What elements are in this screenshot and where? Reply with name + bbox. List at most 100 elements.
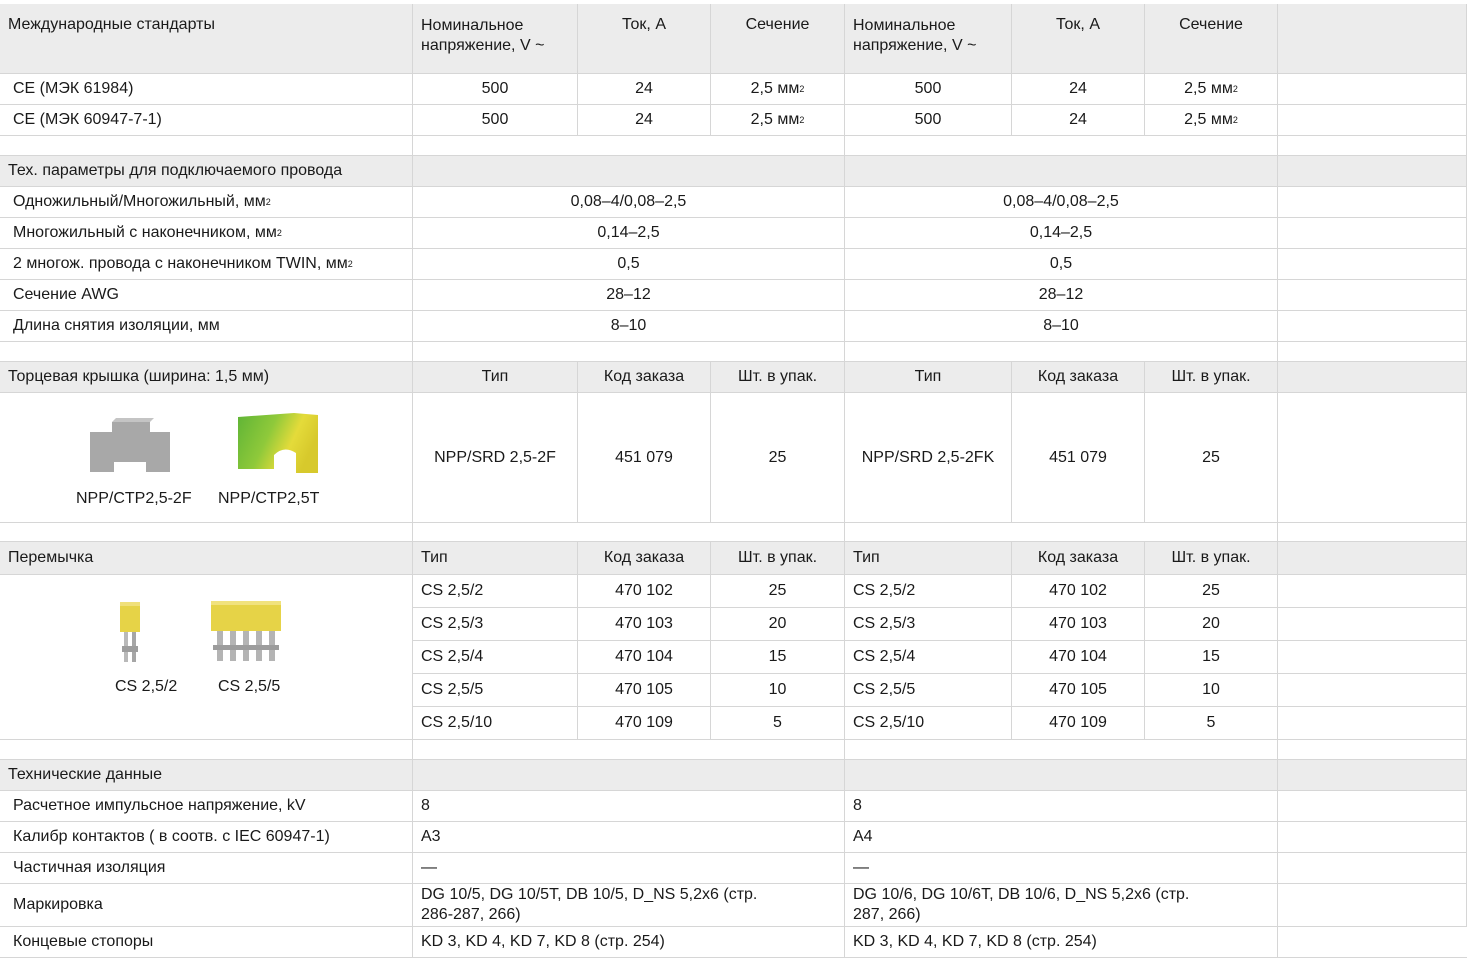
type-header-1: Тип — [413, 362, 578, 393]
jumper-qty-2: 25 — [1145, 575, 1278, 608]
table-cell — [1278, 311, 1467, 342]
table-cell: DG 10/5, DG 10/5T, DB 10/5, D_NS 5,2x6 (… — [413, 884, 845, 927]
table-cell — [1278, 927, 1467, 958]
jumper-code-2: 470 103 — [1012, 608, 1145, 641]
jumper-qty-2: 5 — [1145, 707, 1278, 740]
table-cell: 0,5 — [413, 249, 845, 280]
qty-header-2: Шт. в упак. — [1145, 542, 1278, 575]
jumper-qty-1: 10 — [711, 674, 845, 707]
table-row-label: Частичная изоляция — [0, 853, 413, 884]
section-header-fill — [413, 156, 845, 187]
jumper-code-2: 470 105 — [1012, 674, 1145, 707]
table-cell: KD 3, KD 4, KD 7, KD 8 (стр. 254) — [845, 927, 1278, 958]
spare-header — [1278, 4, 1467, 74]
endcap-type-1: NPP/SRD 2,5-2F — [413, 393, 578, 523]
row-label-text: 2 многож. провода с наконечником TWIN, м… — [13, 255, 348, 272]
code-header-1: Код заказа — [578, 542, 711, 575]
table-row-label: 2 многож. провода с наконечником TWIN, м… — [0, 249, 413, 280]
table-cell — [1278, 105, 1467, 136]
endcap-grey-image — [90, 418, 170, 472]
table-cell — [1278, 187, 1467, 218]
jumper-qty-1: 15 — [711, 641, 845, 674]
table-cell — [1278, 393, 1467, 523]
jumper-code-2: 470 109 — [1012, 707, 1145, 740]
endcap-image-caption-1: NPP/CTP2,5-2F — [76, 490, 192, 507]
voltage-header-2: Номинальное напряжение, V ~ — [845, 4, 1012, 74]
table-cell — [1278, 707, 1467, 740]
section-value: 2,5 мм — [750, 80, 800, 97]
table-cell: 500 — [845, 105, 1012, 136]
section-header-fill — [1278, 542, 1467, 575]
jumper-images: CS 2,5/2 CS 2,5/5 — [0, 575, 413, 740]
section-value: 2,5 мм — [1184, 80, 1233, 97]
table-row-label: Многожильный с наконечником, мм 2 — [0, 218, 413, 249]
section-header-fill — [845, 156, 1278, 187]
jumper-qty-1: 5 — [711, 707, 845, 740]
qty-header-1: Шт. в упак. — [711, 362, 845, 393]
standards-header-label: Международные стандарты — [8, 16, 215, 33]
jumper-type-1: CS 2,5/5 — [413, 674, 578, 707]
wire-section-title: Тех. параметры для подключаемого провода — [0, 156, 413, 187]
table-cell — [1278, 280, 1467, 311]
row-label-text: Многожильный с наконечником, мм — [13, 224, 277, 241]
table-row-label: Маркировка — [0, 884, 413, 927]
table-cell: 2,5 мм 2 — [1145, 74, 1278, 105]
table-cell: 2,5 мм 2 — [1145, 105, 1278, 136]
table-row-label: Сечение AWG — [0, 280, 413, 311]
table-cell — [1278, 575, 1467, 608]
jumper-type-1: CS 2,5/2 — [413, 575, 578, 608]
code-header-2: Код заказа — [1012, 362, 1145, 393]
spacer — [0, 740, 413, 760]
table-row-label: CE (МЭК 61984) — [0, 74, 413, 105]
current-header-2: Ток, А — [1012, 4, 1145, 74]
table-cell — [1278, 249, 1467, 280]
row-label-text: Одножильный/Многожильный, мм — [13, 193, 266, 210]
section-header-fill — [845, 760, 1278, 791]
table-cell: A3 — [413, 822, 845, 853]
table-cell: 500 — [845, 74, 1012, 105]
spacer — [413, 342, 845, 362]
type-header-2: Тип — [845, 542, 1012, 575]
table-cell: 500 — [413, 74, 578, 105]
table-cell: — — [845, 853, 1278, 884]
jumper-qty-2: 10 — [1145, 674, 1278, 707]
section-value: 2,5 мм — [750, 111, 800, 128]
table-cell: 0,08–4/0,08–2,5 — [413, 187, 845, 218]
jumper-code-1: 470 103 — [578, 608, 711, 641]
spacer — [413, 523, 845, 542]
table-cell: 8–10 — [845, 311, 1278, 342]
jumper-image-caption-2: CS 2,5/5 — [218, 678, 281, 695]
spacer — [0, 523, 413, 542]
endcap-section-title: Торцевая крышка (ширина: 1,5 мм) — [0, 362, 413, 393]
jumper-code-1: 470 102 — [578, 575, 711, 608]
table-cell: 28–12 — [413, 280, 845, 311]
table-cell: 0,14–2,5 — [845, 218, 1278, 249]
type-header-2: Тип — [845, 362, 1012, 393]
table-cell: 0,5 — [845, 249, 1278, 280]
jumper-type-1: CS 2,5/10 — [413, 707, 578, 740]
spacer — [413, 740, 845, 760]
voltage-header-1: Номинальное напряжение, V ~ — [413, 4, 578, 74]
type-header-1: Тип — [413, 542, 578, 575]
endcap-images: NPP/CTP2,5-2F NPP/CTP2,5T — [0, 393, 413, 523]
jumper-2-image — [120, 602, 140, 662]
table-cell — [1278, 641, 1467, 674]
jumper-type-2: CS 2,5/10 — [845, 707, 1012, 740]
endcap-code-2: 451 079 — [1012, 393, 1145, 523]
section-header-fill — [1278, 362, 1467, 393]
table-cell — [1278, 74, 1467, 105]
standards-header: Международные стандарты — [0, 4, 413, 74]
jumper-qty-2: 20 — [1145, 608, 1278, 641]
section-header-1: Сечение — [711, 4, 845, 74]
spacer — [1278, 740, 1467, 760]
jumper-section-title: Перемычка — [0, 542, 413, 575]
spacer — [1278, 136, 1467, 156]
jumper-code-1: 470 104 — [578, 641, 711, 674]
jumper-code-2: 470 104 — [1012, 641, 1145, 674]
spacer — [845, 523, 1278, 542]
spec-table: Международные стандарты Номинальное напр… — [0, 4, 1467, 958]
spacer — [0, 136, 413, 156]
table-cell: A4 — [845, 822, 1278, 853]
table-cell: DG 10/6, DG 10/6T, DB 10/6, D_NS 5,2x6 (… — [845, 884, 1278, 927]
table-cell: 0,14–2,5 — [413, 218, 845, 249]
